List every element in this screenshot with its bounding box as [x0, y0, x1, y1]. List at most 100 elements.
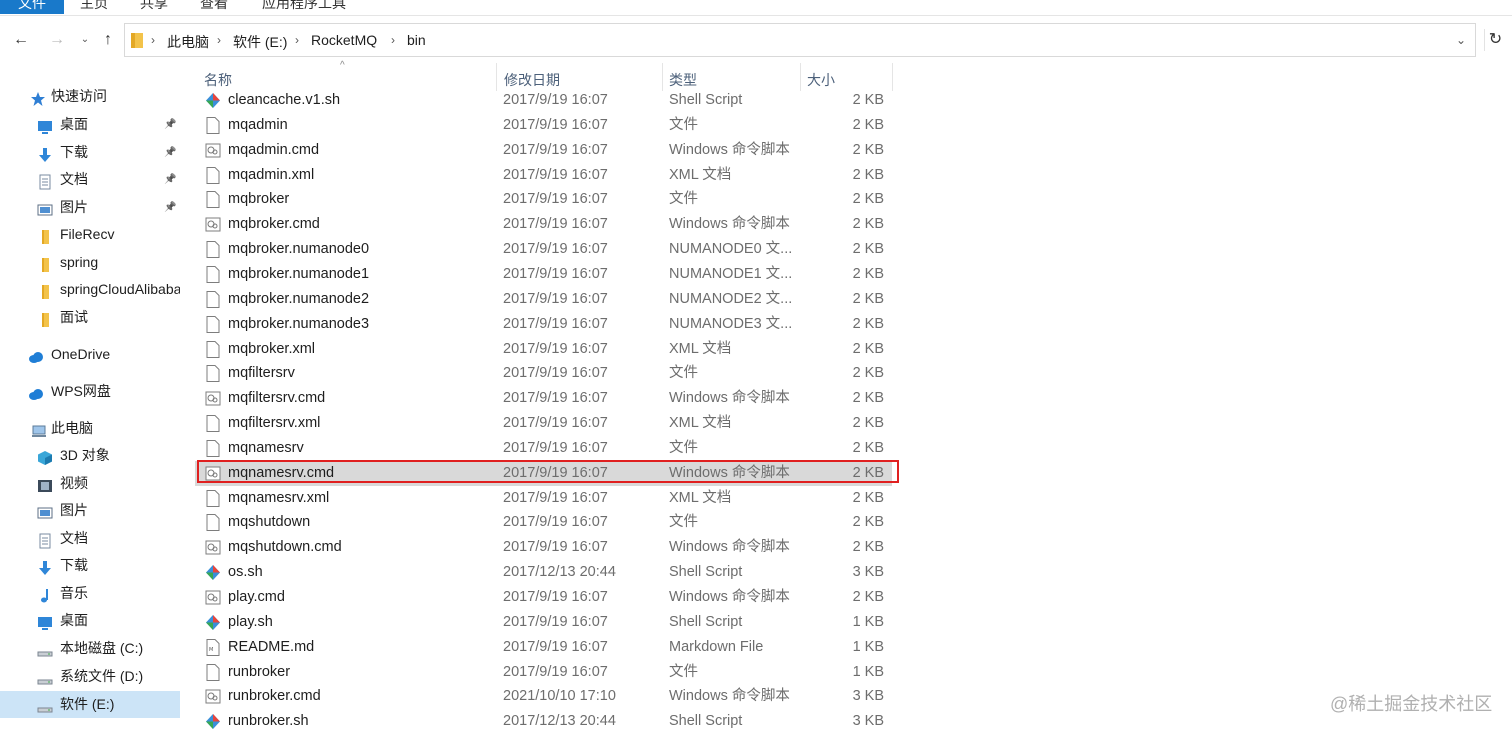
chevron-right-icon[interactable]: › [391, 33, 395, 47]
file-size: 2 KB [852, 265, 884, 282]
refresh-icon[interactable]: ↻ [1484, 29, 1506, 51]
breadcrumb-bin[interactable]: bin [407, 32, 426, 48]
back-arrow-icon[interactable]: ← [10, 29, 32, 51]
video-icon [37, 476, 53, 492]
file-row[interactable]: mqadmin.xml 2017/9/19 16:07 XML 文档 2 KB [195, 163, 892, 188]
sidebar-item[interactable]: 图片 📌 [0, 194, 180, 221]
sidebar-item[interactable]: 音乐 [0, 580, 180, 607]
file-type: Shell Script [669, 713, 743, 730]
file-row[interactable]: mqnamesrv.xml 2017/9/19 16:07 XML 文档 2 KB [195, 486, 892, 511]
chevron-right-icon[interactable]: › [217, 33, 221, 47]
file-size: 2 KB [852, 539, 884, 556]
sidebar-item[interactable]: 下载 📌 [0, 139, 180, 166]
column-divider[interactable] [800, 63, 801, 91]
file-size: 2 KB [852, 315, 884, 332]
file-row[interactable]: mqadmin.cmd 2017/9/19 16:07 Windows 命令脚本 2 … [195, 138, 892, 163]
tab-share[interactable]: 共享 [140, 0, 168, 14]
file-row[interactable]: mqnamesrv.cmd 2017/9/19 16:07 Windows 命令脚本… [195, 460, 892, 486]
chevron-right-icon[interactable]: › [295, 33, 299, 47]
file-type: 文件 [669, 439, 698, 456]
chevron-right-icon[interactable]: › [151, 33, 155, 47]
sidebar-item[interactable]: springCloudAlibaba [0, 276, 180, 303]
file-icon [205, 166, 221, 184]
forward-arrow-icon[interactable]: → [46, 29, 68, 51]
file-row[interactable]: runbroker.sh 2017/12/13 20:44 Shell Script… [195, 709, 892, 733]
file-row[interactable]: mqbroker 2017/9/19 16:07 文件 2 KB [195, 187, 892, 212]
pin-icon[interactable]: 📌 [164, 139, 176, 166]
file-row[interactable]: mqbroker.numanode2 2017/9/19 16:07 NUMANOD… [195, 287, 892, 312]
file-name: mqshutdown.cmd [228, 539, 342, 556]
sidebar-item[interactable]: 视频 [0, 470, 180, 497]
column-divider[interactable] [662, 63, 663, 91]
sidebar-item[interactable]: 快速访问 [0, 83, 180, 110]
column-name[interactable]: 名称 [204, 70, 232, 90]
breadcrumb-drive-e[interactable]: 软件 (E:) [233, 32, 287, 52]
sidebar-item[interactable]: 桌面 [0, 607, 180, 634]
file-type: 文件 [669, 663, 698, 680]
file-row[interactable]: play.cmd 2017/9/19 16:07 Windows 命令脚本 2 KB [195, 585, 892, 610]
breadcrumb-this-pc[interactable]: 此电脑 [167, 32, 209, 52]
sidebar-item[interactable]: 面试 [0, 304, 180, 331]
shell-script-icon [205, 713, 221, 730]
file-row[interactable]: cleancache.v1.sh 2017/9/19 16:07 Shell Scr… [195, 88, 892, 113]
file-row[interactable]: runbroker 2017/9/19 16:07 文件 1 KB [195, 660, 892, 685]
column-date[interactable]: 修改日期 [504, 70, 560, 90]
file-row[interactable]: runbroker.cmd 2021/10/10 17:10 Windows 命令脚… [195, 684, 892, 709]
sidebar-item[interactable]: 下载 [0, 552, 180, 579]
sidebar-item-label: FileRecv [60, 226, 115, 242]
sidebar-item[interactable]: 此电脑 [0, 415, 180, 442]
tab-view[interactable]: 查看 [200, 0, 228, 14]
file-row[interactable]: mqbroker.cmd 2017/9/19 16:07 Windows 命令脚本 2… [195, 212, 892, 237]
breadcrumb-rocketmq[interactable]: RocketMQ [311, 32, 377, 48]
file-row[interactable]: mqbroker.numanode0 2017/9/19 16:07 NUMANOD… [195, 237, 892, 262]
sidebar-item[interactable]: 桌面 📌 [0, 111, 180, 138]
file-icon [205, 489, 221, 507]
cmd-script-icon [205, 142, 221, 159]
column-type[interactable]: 类型 [669, 70, 697, 90]
column-divider[interactable] [496, 63, 497, 91]
sidebar-item[interactable]: OneDrive [0, 341, 180, 368]
file-size: 2 KB [852, 464, 884, 481]
address-dropdown-icon[interactable]: ⌄ [1452, 30, 1470, 50]
file-row[interactable]: mqfiltersrv 2017/9/19 16:07 文件 2 KB [195, 361, 892, 386]
sidebar-item-label: 视频 [60, 475, 88, 491]
folder-icon [37, 255, 53, 272]
file-row[interactable]: mqbroker.numanode1 2017/9/19 16:07 NUMANOD… [195, 262, 892, 287]
picture-icon [37, 503, 53, 519]
file-row[interactable]: mqbroker.xml 2017/9/19 16:07 XML 文档 2 KB [195, 337, 892, 362]
column-size[interactable]: 大小 [807, 70, 835, 90]
sidebar-item[interactable]: spring [0, 249, 180, 276]
file-row[interactable]: play.sh 2017/9/19 16:07 Shell Script 1 KB [195, 610, 892, 635]
file-row[interactable]: mqfiltersrv.cmd 2017/9/19 16:07 Windows 命令… [195, 386, 892, 411]
sidebar-item[interactable]: 本地磁盘 (C:) [0, 635, 180, 662]
sidebar-item[interactable]: WPS网盘 [0, 378, 180, 405]
file-row[interactable]: mqadmin 2017/9/19 16:07 文件 2 KB [195, 113, 892, 138]
file-row[interactable]: mqfiltersrv.xml 2017/9/19 16:07 XML 文档 2 KB [195, 411, 892, 436]
pin-icon[interactable]: 📌 [164, 194, 176, 221]
sidebar-item[interactable]: 3D 对象 [0, 442, 180, 469]
file-row[interactable]: mqshutdown.cmd 2017/9/19 16:07 Windows 命令脚… [195, 535, 892, 560]
desktop-icon [37, 613, 53, 630]
file-row[interactable]: mqbroker.numanode3 2017/9/19 16:07 NUMANOD… [195, 312, 892, 337]
sidebar-item-label: 图片 [60, 502, 88, 518]
file-row[interactable]: os.sh 2017/12/13 20:44 Shell Script 3 KB [195, 560, 892, 585]
sidebar-item[interactable]: 图片 [0, 497, 180, 524]
pin-icon[interactable]: 📌 [164, 111, 176, 138]
sidebar-item[interactable]: 系统文件 (D:) [0, 663, 180, 690]
tab-app-tools[interactable]: 应用程序工具 [262, 0, 346, 14]
up-arrow-icon[interactable]: ↑ [97, 29, 119, 51]
file-name: play.cmd [228, 589, 285, 605]
sidebar-item[interactable]: 软件 (E:) [0, 691, 180, 718]
file-row[interactable]: mqshutdown 2017/9/19 16:07 文件 2 KB [195, 510, 892, 535]
file-row[interactable]: mqnamesrv 2017/9/19 16:07 文件 2 KB [195, 436, 892, 461]
column-divider[interactable] [892, 63, 893, 91]
pin-icon[interactable]: 📌 [164, 166, 176, 193]
file-row[interactable]: M README.md 2017/9/19 16:07 Markdown File 1 … [195, 635, 892, 660]
tab-home[interactable]: 主页 [80, 0, 108, 14]
tab-file[interactable]: 文件 [0, 0, 64, 14]
address-bar[interactable]: › 此电脑 › 软件 (E:) › RocketMQ › bin [124, 23, 1476, 57]
sidebar-item[interactable]: 文档 📌 [0, 166, 180, 193]
recent-dropdown-icon[interactable]: ⌄ [74, 29, 96, 51]
sidebar-item[interactable]: FileRecv [0, 221, 180, 248]
sidebar-item[interactable]: 文档 [0, 525, 180, 552]
